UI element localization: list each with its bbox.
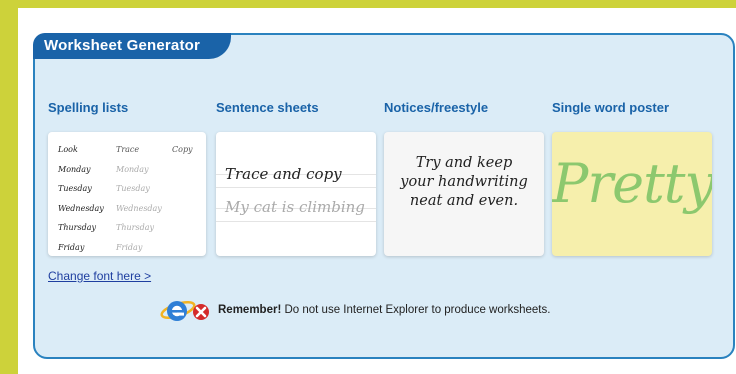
- sentence-sheets-card[interactable]: Trace and copy My cat is climbing: [216, 132, 376, 256]
- heading-single-word-poster: Single word poster: [552, 100, 670, 115]
- notice-line: neat and even.: [409, 193, 519, 209]
- sentence-example: Trace and copy: [225, 165, 342, 183]
- heading-spelling-lists: Spelling lists: [48, 100, 129, 115]
- guide-line: [216, 221, 376, 222]
- spelling-row: Monday Monday: [58, 160, 206, 180]
- internet-explorer-blocked-icon: [160, 300, 209, 321]
- spelling-word: Tuesday: [58, 184, 92, 194]
- sentence-trace-example: My cat is climbing: [225, 198, 365, 216]
- notice-text: Try and keep your handwriting neat and e…: [384, 154, 544, 211]
- heading-sentence-sheets: Sentence sheets: [216, 100, 319, 115]
- spelling-row: Thursday Thursday: [58, 218, 206, 238]
- spelling-header-row: Look Trace Copy: [58, 140, 206, 160]
- notice-line: Try and keep: [415, 155, 513, 171]
- notices-freestyle-card[interactable]: Try and keep your handwriting neat and e…: [384, 132, 544, 256]
- spelling-row: Friday Friday: [58, 238, 206, 257]
- remember-label: Remember!: [218, 304, 282, 316]
- spelling-trace-word: Tuesday: [116, 184, 150, 194]
- spelling-word: Wednesday: [58, 203, 104, 213]
- spelling-header-look: Look: [58, 145, 78, 155]
- spelling-trace-word: Friday: [116, 242, 143, 252]
- panel-title: Worksheet Generator: [33, 33, 231, 59]
- spelling-lists-card[interactable]: Look Trace Copy Monday Monday Tuesday Tu…: [48, 132, 206, 256]
- ie-warning-message: Do not use Internet Explorer to produce …: [281, 304, 551, 316]
- heading-notices-freestyle: Notices/freestyle: [384, 100, 489, 115]
- poster-word: Pretty: [552, 152, 712, 215]
- ie-warning-text: Remember! Do not use Internet Explorer t…: [218, 304, 550, 316]
- spelling-trace-word: Thursday: [116, 223, 154, 233]
- guide-line: [216, 187, 376, 188]
- spelling-row: Tuesday Tuesday: [58, 179, 206, 199]
- spelling-trace-word: Wednesday: [116, 203, 162, 213]
- spelling-word: Thursday: [58, 223, 96, 233]
- spelling-table: Look Trace Copy Monday Monday Tuesday Tu…: [58, 140, 206, 256]
- spelling-header-copy: Copy: [172, 145, 193, 155]
- single-word-poster-card[interactable]: Pretty: [552, 132, 712, 256]
- spelling-header-trace: Trace: [116, 145, 140, 155]
- spelling-trace-word: Monday: [116, 164, 149, 174]
- spelling-word: Monday: [58, 164, 91, 174]
- change-font-link[interactable]: Change font here >: [48, 269, 151, 283]
- spelling-row: Wednesday Wednesday: [58, 199, 206, 219]
- notice-line: your handwriting: [400, 174, 528, 190]
- spelling-word: Friday: [58, 242, 85, 252]
